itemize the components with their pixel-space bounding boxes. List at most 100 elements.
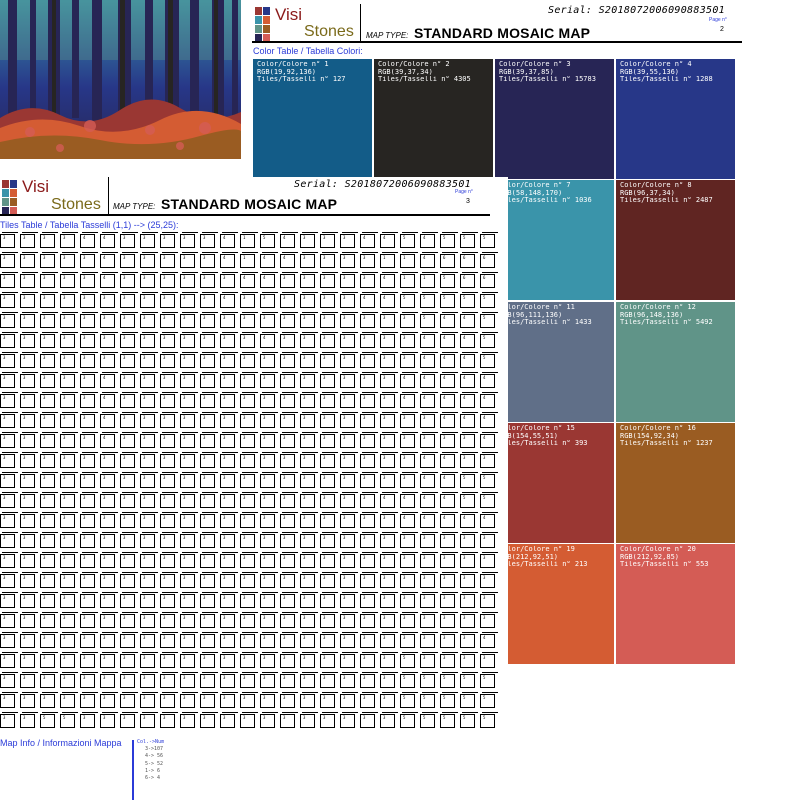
tile-cell: 3 xyxy=(380,432,398,448)
tile-cell: 3 xyxy=(200,692,218,708)
tile-cell: 3 xyxy=(140,352,158,368)
tile-cell: 3 xyxy=(220,692,238,708)
tile-cell: 3 xyxy=(380,592,398,608)
tile-cell: 3 xyxy=(20,692,38,708)
tile-cell: 3 xyxy=(360,312,378,328)
tile-cell: 1 xyxy=(400,252,418,268)
tile-cell: 3 xyxy=(340,252,358,268)
tile-cell: 3 xyxy=(320,632,338,648)
tile-cell: 3 xyxy=(360,452,378,468)
tile-cell: 3 xyxy=(220,672,238,688)
tile-cell: 4 xyxy=(420,332,438,348)
tile-cell: 3 xyxy=(360,672,378,688)
tile-cell: 3 xyxy=(60,632,78,648)
tile-cell: 3 xyxy=(120,452,138,468)
tile-cell: 4 xyxy=(480,412,498,428)
tile-cell: 3 xyxy=(80,492,98,508)
tile-cell: 3 xyxy=(40,632,58,648)
tile-cell: 3 xyxy=(60,492,78,508)
tile-cell: 3 xyxy=(40,272,58,288)
tile-cell: 3 xyxy=(20,592,38,608)
tile-cell: 3 xyxy=(20,672,38,688)
tile-cell: 3 xyxy=(200,472,218,488)
tile-cell: 3 xyxy=(460,592,478,608)
tile-cell: 3 xyxy=(160,552,178,568)
tile-cell: 3 xyxy=(180,452,198,468)
tile-cell: 3 xyxy=(220,612,238,628)
tile-cell: 3 xyxy=(420,412,438,428)
tile-cell: 3 xyxy=(180,532,198,548)
tile-cell: 3 xyxy=(420,552,438,568)
swatch-tiles: Tiles/Tasselli n° 213 xyxy=(499,561,588,568)
tile-cell: 4 xyxy=(100,392,118,408)
tile-cell: 3 xyxy=(60,532,78,548)
tile-cell: 3 xyxy=(260,572,278,588)
tile-cell: 3 xyxy=(320,272,338,288)
tile-cell: 3 xyxy=(100,672,118,688)
tile-cell: 3 xyxy=(460,552,478,568)
tile-cell: 3 xyxy=(100,312,118,328)
tile-cell: 4 xyxy=(220,292,238,308)
tile-cell: 4 xyxy=(420,512,438,528)
tile-cell: 3 xyxy=(400,412,418,428)
tile-cell: 3 xyxy=(320,492,338,508)
swatch-tiles: Tiles/Tasselli n° 4305 xyxy=(378,76,471,83)
tile-cell: 3 xyxy=(280,472,298,488)
tile-cell: 3 xyxy=(240,632,258,648)
tile-cell: 3 xyxy=(340,332,358,348)
tile-cell: 3 xyxy=(100,332,118,348)
tile-cell: 3 xyxy=(40,592,58,608)
tile-cell: 3 xyxy=(420,572,438,588)
tile-cell: 3 xyxy=(160,632,178,648)
tile-cell: 3 xyxy=(480,592,498,608)
tile-cell: 3 xyxy=(480,572,498,588)
tile-cell: 3 xyxy=(140,672,158,688)
tile-cell: 3 xyxy=(360,472,378,488)
header-rule xyxy=(0,214,490,216)
swatch-label: Color/Colore n° 20 xyxy=(620,546,696,553)
tile-cell: 3 xyxy=(320,412,338,428)
tile-cell: 3 xyxy=(40,232,58,248)
tile-cell: 4 xyxy=(380,492,398,508)
tile-cell: 3 xyxy=(140,632,158,648)
tile-cell: 4 xyxy=(100,372,118,388)
tile-cell: 3 xyxy=(400,592,418,608)
tile-cell: 5 xyxy=(460,672,478,688)
tile-cell: 3 xyxy=(320,292,338,308)
swatch-tiles: Tiles/Tasselli n° 2487 xyxy=(620,197,713,204)
swatch-tiles: Tiles/Tasselli n° 5492 xyxy=(620,319,713,326)
tile-cell: 3 xyxy=(80,672,98,688)
tile-cell: 5 xyxy=(480,232,498,248)
tile-cell: 3 xyxy=(0,432,18,448)
tile-cell: 3 xyxy=(280,292,298,308)
tile-cell: 3 xyxy=(160,372,178,388)
swatch-rgb: RGB(212,92,85) xyxy=(620,553,680,561)
tile-cell: 3 xyxy=(280,432,298,448)
tile-cell: 3 xyxy=(240,612,258,628)
tile-cell: 4 xyxy=(480,432,498,448)
tile-cell: 3 xyxy=(280,692,298,708)
tile-cell: 4 xyxy=(100,252,118,268)
tile-cell: 3 xyxy=(220,472,238,488)
tile-cell: 3 xyxy=(160,232,178,248)
tile-cell: 3 xyxy=(240,432,258,448)
tile-cell: 3 xyxy=(300,572,318,588)
tile-cell: 3 xyxy=(440,432,458,448)
tile-cell: 3 xyxy=(260,632,278,648)
swatch-rgb: RGB(212,92,51) xyxy=(499,553,559,561)
tile-cell: 3 xyxy=(300,432,318,448)
tile-cell: 3 xyxy=(140,692,158,708)
tile-cell: 3 xyxy=(80,572,98,588)
tile-cell: 3 xyxy=(240,512,258,528)
tile-cell: 3 xyxy=(360,432,378,448)
tile-cell: 3 xyxy=(360,332,378,348)
tile-cell: 3 xyxy=(60,552,78,568)
tile-cell: 3 xyxy=(180,472,198,488)
tile-cell: 3 xyxy=(320,552,338,568)
tile-cell: 3 xyxy=(300,512,318,528)
tile-cell: 3 xyxy=(260,412,278,428)
tile-cell: 3 xyxy=(360,632,378,648)
swatch-tiles: Tiles/Tasselli n° 393 xyxy=(499,440,588,447)
tile-cell: 5 xyxy=(460,712,478,728)
tile-cell: 3 xyxy=(80,272,98,288)
